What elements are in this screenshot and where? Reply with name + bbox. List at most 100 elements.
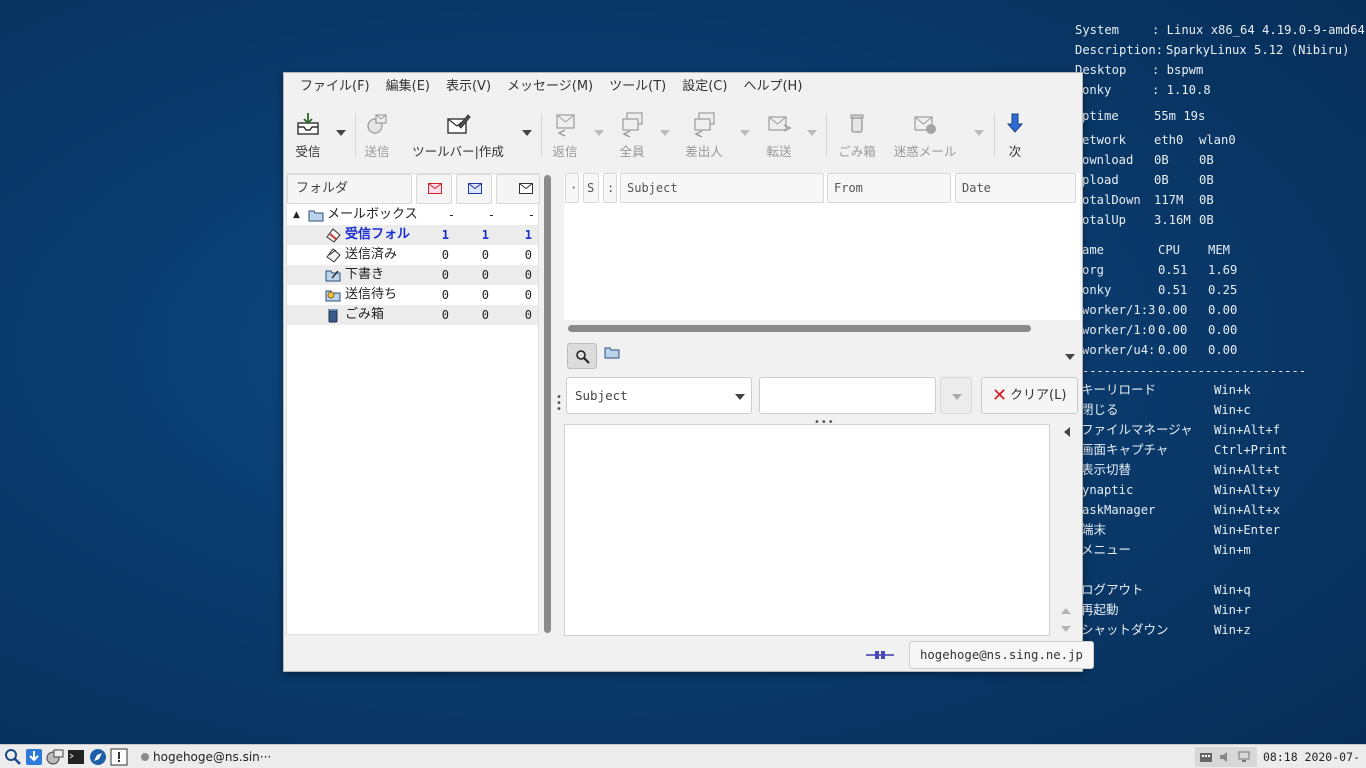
conky-shortcut: 表示切替 Win+Alt+t (1081, 462, 1281, 477)
search-input[interactable] (759, 377, 936, 414)
pane-splitter-scrollbar[interactable] (544, 175, 551, 633)
send-icon (367, 114, 387, 134)
trash-icon (850, 114, 864, 133)
taskbar: hogehoge@ns.sin··· 08:18 2020-07-15 (0, 744, 1366, 768)
folder-row-inbox[interactable]: 受信フォル 1 1 1 (287, 225, 538, 245)
column-subject[interactable]: Subject (620, 173, 824, 203)
folder-row-mailbox[interactable]: ▲ メールボックス - - - (287, 205, 538, 225)
menu-bar: ファイル(F) 編集(E) 表示(V) メッセージ(M) ツール(T) 設定(C… (284, 73, 1082, 101)
download-icon[interactable] (25, 748, 43, 766)
conky-shortcut: ynaptic Win+Alt+y (1082, 483, 1281, 497)
reply-dropdown[interactable] (594, 130, 604, 136)
unread-column-header[interactable] (456, 174, 492, 204)
column-attachment[interactable]: : (603, 173, 617, 203)
conky-shortcut: メニュー Win+m (1081, 542, 1251, 557)
search-icon[interactable] (4, 748, 22, 766)
reply-button[interactable]: 返信 (548, 103, 582, 165)
toolbar: 受信 送信 ツールバー|作成 返信 全員 差出人 転送 ごみ箱 迷惑メール 次 (284, 103, 1082, 167)
folder-row-trash[interactable]: ごみ箱 0 0 0 (287, 305, 538, 325)
arrow-down-icon (1006, 113, 1024, 133)
scroll-down-icon[interactable] (1061, 626, 1071, 632)
mail-icon (519, 183, 533, 194)
splitter-handle[interactable]: ••• (556, 393, 562, 415)
receive-dropdown[interactable] (336, 130, 346, 136)
menu-tools[interactable]: ツール(T) (601, 73, 674, 101)
forward-button[interactable]: 転送 (762, 103, 796, 165)
menu-file[interactable]: ファイル(F) (292, 73, 378, 101)
account-button[interactable]: hogehoge@ns.sing.ne.jp (909, 641, 1094, 669)
reply-all-icon (622, 112, 643, 137)
browser-icon[interactable] (89, 748, 107, 766)
trash-folder-icon (328, 309, 338, 323)
next-button[interactable]: 次 (1000, 103, 1030, 165)
menu-message[interactable]: メッセージ(M) (499, 73, 601, 101)
send-button[interactable]: 送信 (360, 103, 394, 165)
spam-button[interactable]: 迷惑メール (888, 103, 962, 165)
menu-settings[interactable]: 設定(C) (674, 73, 735, 101)
info-icon[interactable] (110, 748, 128, 766)
menu-edit[interactable]: 編集(E) (378, 73, 438, 101)
scroll-up-icon[interactable] (1061, 608, 1071, 614)
compose-dropdown[interactable] (522, 130, 532, 136)
search-history-dropdown[interactable] (940, 377, 972, 414)
mailbox-folder-icon (308, 210, 324, 222)
total-column-header[interactable] (496, 174, 540, 204)
online-plug-icon[interactable] (866, 649, 894, 661)
receive-button[interactable]: 受信 (288, 103, 328, 165)
menu-help[interactable]: ヘルプ(H) (735, 73, 810, 101)
mail-app-icon[interactable] (46, 748, 64, 766)
system-tray (1195, 747, 1257, 767)
search-folder-dropdown[interactable] (1065, 354, 1075, 360)
forward-dropdown[interactable] (807, 130, 817, 136)
volume-icon[interactable] (1218, 750, 1232, 764)
new-mail-icon (428, 183, 442, 194)
conky-system: System : Linux x86_64 4.19.0-9-amd64 (1075, 23, 1365, 37)
search-toggle-button[interactable] (567, 343, 597, 369)
horizontal-scrollbar[interactable] (568, 325, 1031, 332)
toolbar-separator (355, 113, 356, 157)
clock: 08:18 2020-07-15 (1263, 750, 1360, 764)
new-column-header[interactable] (416, 174, 452, 204)
status-bar: hogehoge@ns.sing.ne.jp (284, 639, 1094, 671)
toolbar-separator (541, 113, 542, 157)
unread-mail-icon (468, 183, 482, 194)
expand-arrow-icon[interactable]: ▲ (293, 205, 300, 225)
sent-icon (326, 248, 341, 263)
close-icon: ✕ (992, 385, 1008, 406)
inbox-tray-icon (297, 113, 319, 135)
compose-icon (447, 114, 471, 134)
reply-all-button[interactable]: 全員 (616, 103, 648, 165)
conky-shortcut: ファイルマネージャ Win+Alt+f (1081, 422, 1281, 437)
compose-button[interactable]: ツールバー|作成 (406, 103, 510, 165)
conky-shortcut: シャットダウン Win+z (1081, 622, 1251, 637)
toolbar-separator (826, 113, 827, 157)
reply-sender-dropdown[interactable] (740, 130, 750, 136)
terminal-icon[interactable] (67, 748, 85, 766)
conky-shortcut: askManager Win+Alt+x (1082, 503, 1281, 517)
folder-row-queue[interactable]: 送信待ち 0 0 0 (287, 285, 538, 305)
folder-column-header[interactable]: フォルダ (287, 174, 412, 204)
spam-dropdown[interactable] (974, 130, 984, 136)
column-status[interactable]: S (583, 173, 599, 203)
task-app-icon (141, 753, 149, 761)
network-icon[interactable] (1237, 750, 1251, 764)
folder-row-drafts[interactable]: 下書き 0 0 0 (287, 265, 538, 285)
task-button[interactable]: hogehoge@ns.sin··· (153, 745, 271, 768)
trash-button[interactable]: ごみ箱 (834, 103, 880, 165)
column-mark[interactable]: · (565, 173, 579, 203)
folder-icon (604, 347, 620, 359)
reply-sender-button[interactable]: 差出人 (682, 103, 726, 165)
column-date[interactable]: Date (955, 173, 1076, 203)
folder-row-sent[interactable]: 送信済み 0 0 0 (287, 245, 538, 265)
column-from[interactable]: From (827, 173, 951, 203)
spam-icon (914, 116, 936, 134)
search-field-select[interactable]: Subject (566, 377, 752, 414)
inbox-icon (326, 228, 341, 243)
reply-all-dropdown[interactable] (660, 130, 670, 136)
keyboard-icon[interactable] (1199, 750, 1213, 764)
collapse-arrow-icon[interactable] (1064, 427, 1070, 437)
clear-button[interactable]: ✕ クリア(L) (981, 377, 1078, 414)
reply-icon (556, 114, 575, 137)
queue-icon (325, 290, 341, 302)
menu-view[interactable]: 表示(V) (438, 73, 499, 101)
